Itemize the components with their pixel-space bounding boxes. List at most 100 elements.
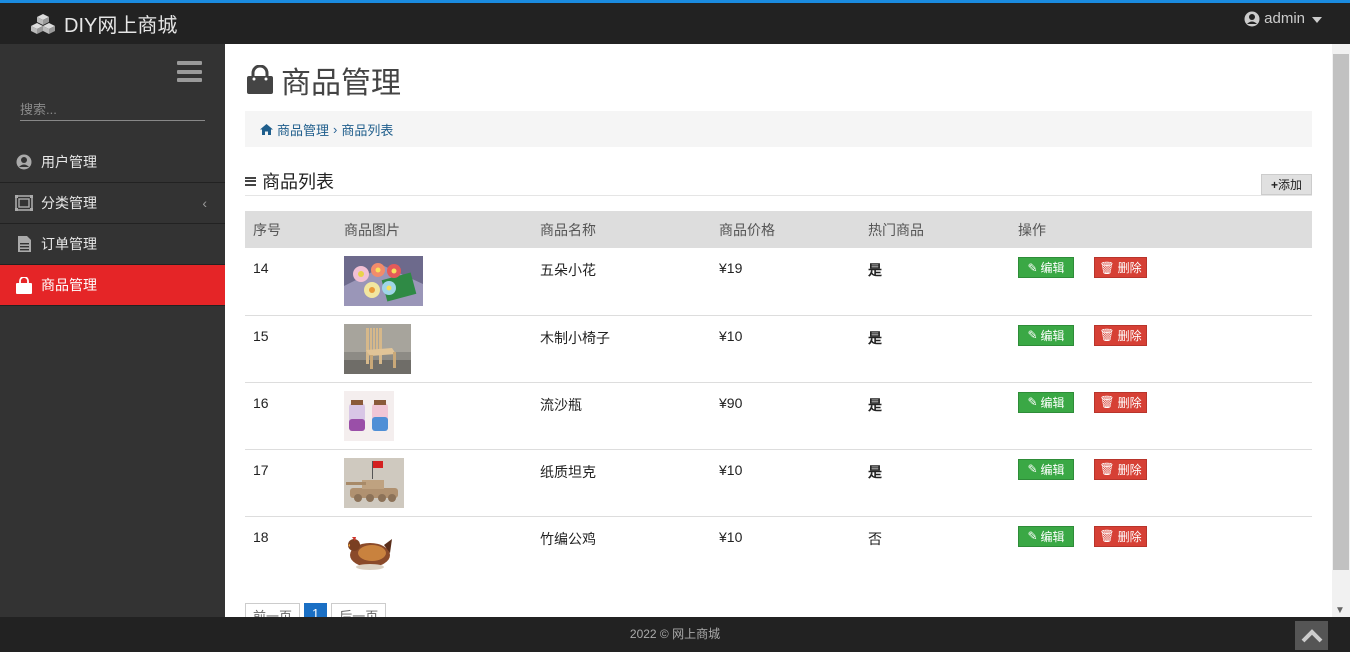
add-button[interactable]: + 添加: [1261, 174, 1312, 195]
sidebar: 用户管理 分类管理 ‹ 订单管理 商品管理: [0, 44, 225, 617]
sidebar-item-label: 用户管理: [41, 154, 97, 170]
edit-button[interactable]: ✎ 编辑: [1018, 257, 1074, 278]
chevron-right-icon: ›: [333, 121, 338, 137]
sidebar-item-categories[interactable]: 分类管理 ‹: [0, 183, 225, 224]
cell-actions: ✎ 编辑 🗑 删除: [1010, 315, 1312, 383]
column-header: 操作: [1010, 211, 1312, 248]
column-header: 商品图片: [336, 211, 532, 248]
user-circle-icon: [1244, 11, 1260, 26]
cell-id: 17: [245, 449, 336, 517]
delete-button[interactable]: 🗑 删除: [1094, 458, 1147, 480]
cell-actions: ✎ 编辑 🗑 删除: [1010, 382, 1312, 450]
edit-icon: ✎: [1027, 328, 1038, 342]
menu-toggle-icon[interactable]: [177, 61, 202, 82]
back-to-top-button[interactable]: [1295, 621, 1328, 650]
delete-button-label: 删除: [1117, 462, 1142, 477]
edit-button[interactable]: ✎ 编辑: [1018, 391, 1074, 413]
cell-hot: 否: [868, 530, 882, 547]
scroll-down-arrow-icon[interactable]: ▼: [1335, 605, 1345, 616]
category-icon: [15, 194, 33, 212]
table-row: 17 纸质坦克 ¥10 是 ✎ 编辑 🗑 删除: [245, 449, 1312, 517]
list-icon: [245, 176, 256, 186]
product-table: 序号 商品图片 商品名称 商品价格 热门商品 操作 14 五朵小花 ¥19 是 …: [245, 211, 1312, 583]
footer: 2022 © 网上商城: [0, 617, 1350, 652]
current-page-button[interactable]: 1: [304, 603, 328, 617]
table-row: 14 五朵小花 ¥19 是 ✎ 编辑 🗑 删除: [245, 248, 1312, 316]
user-circle-icon: [15, 153, 33, 171]
cell-image: [336, 315, 532, 383]
cell-id: 18: [253, 528, 269, 545]
delete-button-label: 删除: [1117, 328, 1142, 343]
shopping-bag-icon: [15, 276, 33, 294]
shopping-bag-icon: [247, 65, 273, 94]
edit-button[interactable]: ✎ 编辑: [1018, 324, 1074, 346]
cell-price: ¥19: [711, 248, 860, 316]
column-header: 商品价格: [711, 211, 860, 248]
edit-button-label: 编辑: [1040, 462, 1065, 477]
cell-actions: ✎ 编辑 🗑 删除: [1010, 248, 1312, 316]
edit-icon: ✎: [1027, 260, 1038, 275]
document-icon: [15, 235, 33, 253]
product-image[interactable]: [344, 457, 404, 508]
product-image[interactable]: [344, 323, 411, 374]
edit-button[interactable]: ✎ 编辑: [1018, 525, 1074, 547]
cell-image: [336, 449, 532, 517]
chevron-up-icon: [1301, 628, 1322, 642]
cell-id: 15: [245, 315, 336, 383]
edit-icon: ✎: [1027, 462, 1038, 476]
cell-price: ¥10: [711, 315, 860, 383]
page-title: 商品管理: [245, 58, 401, 102]
cell-price: ¥10: [719, 528, 743, 545]
cell-name: 纸质坦克: [532, 449, 711, 517]
edit-button-label: 编辑: [1040, 395, 1065, 410]
product-image[interactable]: [344, 524, 394, 575]
cell-price: ¥90: [711, 382, 860, 450]
cell-name: 竹编公鸡: [540, 530, 596, 547]
cell-image: [336, 248, 532, 316]
trash-icon: 🗑: [1099, 328, 1115, 342]
delete-button-label: 删除: [1117, 529, 1142, 544]
trash-icon: 🗑: [1099, 260, 1115, 275]
sidebar-item-products[interactable]: 商品管理: [0, 265, 225, 306]
sidebar-item-users[interactable]: 用户管理: [0, 142, 225, 183]
table-row: 16 流沙瓶 ¥90 是 ✎ 编辑 🗑 删除: [245, 382, 1312, 450]
breadcrumb: 商品管理 › 商品列表: [245, 111, 1312, 147]
cell-hot: 是: [860, 315, 1010, 383]
brand[interactable]: DIY网上商城: [30, 9, 177, 38]
cell-image: [336, 516, 532, 583]
section-title-text: 商品列表: [262, 172, 334, 192]
cell-name: 五朵小花: [532, 248, 711, 316]
column-header: 热门商品: [860, 211, 1010, 248]
cell-name: 木制小椅子: [532, 315, 711, 383]
trash-icon: 🗑: [1099, 529, 1115, 543]
trash-icon: 🗑: [1099, 395, 1115, 409]
next-page-button[interactable]: 后一页: [331, 603, 387, 617]
breadcrumb-link-products[interactable]: 商品管理: [277, 120, 329, 139]
footer-text: 2022 © 网上商城: [629, 627, 721, 641]
prev-page-button[interactable]: 前一页: [245, 603, 301, 617]
delete-button[interactable]: 🗑 删除: [1094, 324, 1147, 346]
delete-button-label: 删除: [1117, 395, 1142, 410]
sidebar-item-label: 分类管理: [41, 195, 97, 211]
scrollbar-thumb[interactable]: [1333, 54, 1349, 570]
delete-button[interactable]: 🗑 删除: [1094, 525, 1147, 547]
section-header: 商品列表 + 添加: [245, 166, 1312, 196]
sidebar-search-input[interactable]: [20, 99, 205, 121]
product-image[interactable]: [344, 256, 423, 306]
cell-image: [336, 382, 532, 450]
product-image[interactable]: [344, 390, 394, 441]
plus-icon: +: [1270, 177, 1278, 192]
edit-button[interactable]: ✎ 编辑: [1018, 458, 1074, 480]
cell-price: ¥10: [711, 449, 860, 517]
user-menu[interactable]: admin: [1244, 10, 1322, 27]
delete-button[interactable]: 🗑 删除: [1094, 391, 1147, 413]
cell-hot: 是: [860, 449, 1010, 517]
pagination: 前一页 1 后一页: [245, 603, 387, 617]
edit-icon: ✎: [1027, 395, 1038, 409]
home-icon: [260, 123, 273, 135]
sidebar-item-label: 商品管理: [41, 277, 97, 293]
sidebar-item-orders[interactable]: 订单管理: [0, 224, 225, 265]
table-row: 15 木制小椅子 ¥10 是 ✎ 编辑 🗑 删除: [245, 315, 1312, 383]
breadcrumb-link-product-list[interactable]: 商品列表: [341, 120, 393, 139]
delete-button[interactable]: 🗑 删除: [1094, 257, 1147, 278]
